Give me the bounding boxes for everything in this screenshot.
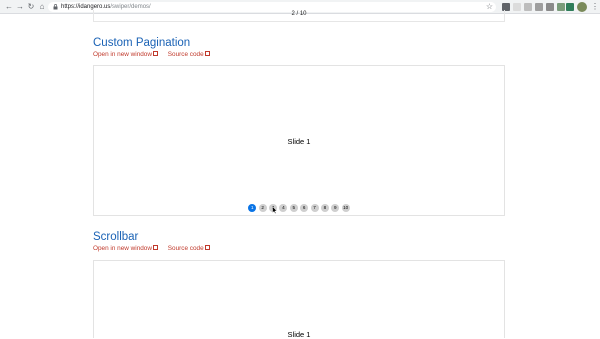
pagination-bullet-2[interactable]: 2 <box>258 204 267 212</box>
pagination-bullet-1[interactable]: 1 <box>248 204 257 212</box>
source-code-link[interactable]: Source code <box>168 51 210 58</box>
extension-icon-7[interactable] <box>566 3 574 11</box>
extension-icon-6[interactable] <box>557 3 565 11</box>
pagination-bullet-6[interactable]: 6 <box>300 204 309 212</box>
open-new-window-link[interactable]: Open in new window <box>93 245 158 252</box>
mouse-cursor-icon <box>272 206 278 214</box>
open-new-window-label: Open in new window <box>93 51 152 58</box>
extension-icon-5[interactable] <box>546 3 554 11</box>
profile-avatar[interactable] <box>577 2 587 12</box>
source-code-label: Source code <box>167 51 204 58</box>
pagination-bullets: 12345678910 <box>94 204 504 212</box>
pagination-bullet-4[interactable]: 4 <box>279 204 288 212</box>
open-new-window-label: Open in new window <box>93 245 152 252</box>
slide-label: Slide 1 <box>287 137 311 146</box>
external-link-icon <box>204 245 210 250</box>
pagination-bullet-7[interactable]: 7 <box>310 204 319 212</box>
section-title-scrollbar: Scrollbar <box>93 231 139 243</box>
source-code-label: Source code <box>167 245 204 252</box>
custom-pagination-demo[interactable]: Slide 1 12345678910 <box>93 65 505 216</box>
custom-pagination-links: Open in new window Source code <box>93 51 218 58</box>
extension-icon-2[interactable] <box>513 3 521 11</box>
section-title-custom-pagination: Custom Pagination <box>93 37 191 49</box>
pagination-bullet-8[interactable]: 8 <box>320 204 329 212</box>
pagination-bullet-9[interactable]: 9 <box>331 204 340 212</box>
external-link-icon <box>152 51 158 56</box>
reload-icon[interactable]: ↻ <box>26 2 36 12</box>
lock-icon <box>53 4 58 10</box>
open-new-window-link[interactable]: Open in new window <box>93 51 158 58</box>
source-code-link[interactable]: Source code <box>168 245 210 252</box>
extension-icon-4[interactable] <box>535 3 543 11</box>
forward-icon[interactable]: → <box>15 2 25 12</box>
browser-menu-icon[interactable]: ⋮ <box>591 2 599 12</box>
back-icon[interactable]: ← <box>4 2 14 12</box>
extension-icon-3[interactable] <box>524 3 532 11</box>
scrollbar-demo[interactable]: Slide 1 <box>93 260 505 339</box>
fraction-pagination: 2 / 10 <box>291 11 307 17</box>
pagination-bullet-5[interactable]: 5 <box>289 204 298 212</box>
pagination-bullet-10[interactable]: 10 <box>341 204 350 212</box>
home-icon[interactable]: ⌂ <box>37 2 47 12</box>
external-link-icon <box>152 245 158 250</box>
external-link-icon <box>204 51 210 56</box>
previous-demo-box: 2 / 10 <box>93 10 505 22</box>
scrollbar-links: Open in new window Source code <box>93 245 218 252</box>
